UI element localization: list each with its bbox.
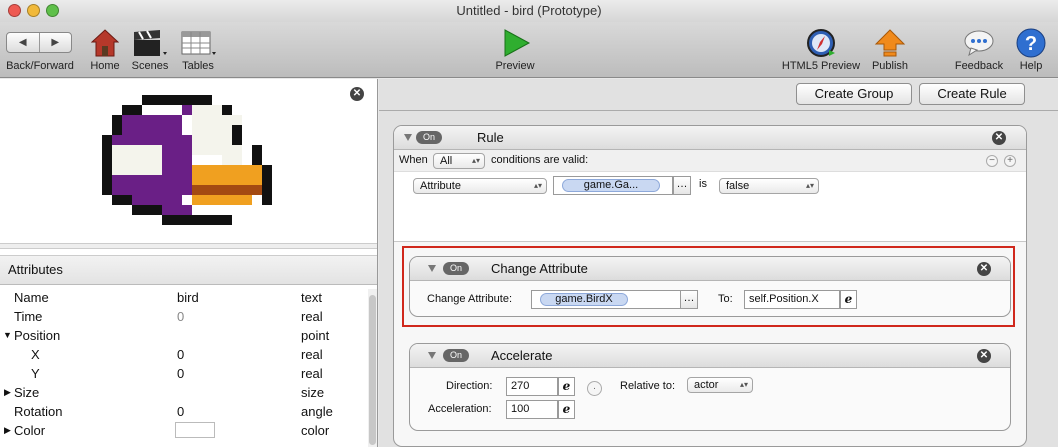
publish-button[interactable]: Publish [868, 26, 912, 78]
attributes-scrollbar[interactable] [368, 289, 377, 447]
tables-button[interactable]: Tables [176, 26, 220, 78]
attribute-row[interactable]: Rotation 0 angle [0, 403, 368, 422]
relative-to-label: Relative to: [620, 380, 676, 392]
select-arrows-icon: ▴▾ [805, 181, 814, 190]
back-forward-label: Back/Forward [6, 60, 74, 72]
behaviors-panel: Create Group Create Rule On Rule ✕ When … [379, 79, 1058, 447]
remove-accelerate-icon[interactable]: ✕ [977, 349, 991, 363]
back-forward-control[interactable]: ◀ ▶ Back/Forward [0, 22, 80, 78]
conditions-text: conditions are valid: [491, 154, 589, 166]
play-icon [504, 29, 531, 57]
panel-splitter[interactable] [0, 243, 377, 249]
actor-preview: ✕ [0, 79, 377, 243]
bird-sprite [102, 95, 272, 225]
selection-highlight [402, 246, 1015, 327]
attributes-header: Attributes [0, 255, 377, 285]
help-button[interactable]: ? Help [1012, 26, 1050, 78]
rule-conditions: When All ▴▾ conditions are valid: − + Att… [394, 150, 1026, 242]
forward-arrow-icon[interactable]: ▶ [40, 33, 72, 52]
disclosure-closed-icon[interactable]: ▶ [4, 425, 11, 436]
expression-editor-button[interactable]: e [558, 400, 575, 419]
select-arrows-icon: ▴▾ [739, 380, 748, 389]
attribute-row[interactable]: Name bird text [0, 289, 368, 308]
attribute-row[interactable]: ▼ Position point [0, 327, 368, 346]
toolbar: ◀ ▶ Back/Forward Home Scenes Tables Prev… [0, 22, 1058, 78]
acceleration-label: Acceleration: [428, 403, 492, 415]
compass-icon [807, 29, 835, 57]
condition-attribute-field[interactable]: game.Ga... [553, 176, 673, 195]
home-button[interactable]: Home [86, 26, 124, 78]
relative-to-select[interactable]: actor ▴▾ [687, 377, 753, 393]
add-condition-icon[interactable]: + [1004, 155, 1016, 167]
title-bar: Untitled - bird (Prototype) [0, 0, 1058, 22]
close-preview-icon[interactable]: ✕ [350, 87, 364, 101]
upload-arrow-icon [874, 29, 906, 57]
attribute-row[interactable]: Y 0 real [0, 365, 368, 384]
html5-preview-button[interactable]: HTML5 Preview [778, 26, 864, 78]
when-label: When [399, 154, 428, 166]
rule-header[interactable]: On Rule ✕ [394, 126, 1026, 150]
color-swatch[interactable] [175, 422, 215, 438]
feedback-button[interactable]: Feedback [952, 26, 1006, 78]
condition-type-select[interactable]: Attribute ▴▾ [413, 178, 547, 194]
svg-text:?: ? [1025, 33, 1037, 55]
disclosure-open-icon[interactable]: ▼ [3, 330, 12, 340]
scroll-thumb[interactable] [369, 295, 376, 445]
scenes-button[interactable]: Scenes [129, 26, 171, 78]
expression-editor-button[interactable]: e [558, 377, 575, 396]
attribute-row[interactable]: X 0 real [0, 346, 368, 365]
home-icon [90, 29, 120, 57]
acceleration-field[interactable]: 100 [506, 400, 558, 419]
speech-bubble-icon [964, 30, 994, 57]
table-grid-icon [181, 31, 216, 55]
disclosure-closed-icon[interactable]: ▶ [4, 387, 11, 398]
help-icon: ? [1016, 28, 1046, 58]
condition-attribute-pill[interactable]: game.Ga... [562, 179, 660, 192]
accelerate-on-toggle[interactable]: On [443, 349, 469, 362]
remove-rule-icon[interactable]: ✕ [992, 131, 1006, 145]
create-rule-button[interactable]: Create Rule [919, 83, 1025, 105]
accelerate-title[interactable]: Accelerate [491, 348, 552, 363]
accelerate-card: On Accelerate ✕ Direction: 270 e · Relat… [409, 343, 1011, 431]
collapse-icon[interactable] [404, 134, 412, 141]
when-select[interactable]: All ▴▾ [433, 153, 485, 169]
attribute-row[interactable]: Time 0 real [0, 308, 368, 327]
rule-title[interactable]: Rule [477, 130, 504, 145]
select-arrows-icon: ▴▾ [471, 156, 480, 165]
preview-button[interactable]: Preview [492, 26, 538, 78]
is-label: is [699, 178, 707, 190]
back-forward-segment[interactable]: ◀ ▶ [6, 32, 72, 53]
direction-field[interactable]: 270 [506, 377, 558, 396]
actor-panel: ✕ Attributes Name bird text Time 0 real … [0, 79, 378, 447]
minimize-window-icon[interactable] [27, 4, 40, 17]
condition-value-select[interactable]: false ▴▾ [719, 178, 819, 194]
zoom-window-icon[interactable] [46, 4, 59, 17]
direction-dial-icon[interactable]: · [587, 381, 602, 396]
remove-condition-icon[interactable]: − [986, 155, 998, 167]
rule-on-toggle[interactable]: On [416, 131, 442, 144]
condition-browse-button[interactable]: … [673, 176, 691, 195]
back-arrow-icon[interactable]: ◀ [7, 33, 40, 52]
accelerate-header[interactable]: On Accelerate ✕ [410, 344, 1010, 368]
create-group-button[interactable]: Create Group [796, 83, 912, 105]
conditions-bar: When All ▴▾ conditions are valid: − + [394, 150, 1026, 172]
select-arrows-icon: ▴▾ [533, 181, 542, 190]
panel-divider [379, 110, 1058, 111]
window-title: Untitled - bird (Prototype) [456, 3, 602, 18]
attribute-row[interactable]: ▶ Size size [0, 384, 368, 403]
attribute-row[interactable]: ▶ Color color [0, 422, 368, 441]
collapse-icon[interactable] [428, 352, 436, 359]
direction-label: Direction: [446, 380, 493, 392]
close-window-icon[interactable] [8, 4, 21, 17]
clapperboard-icon [134, 30, 167, 56]
